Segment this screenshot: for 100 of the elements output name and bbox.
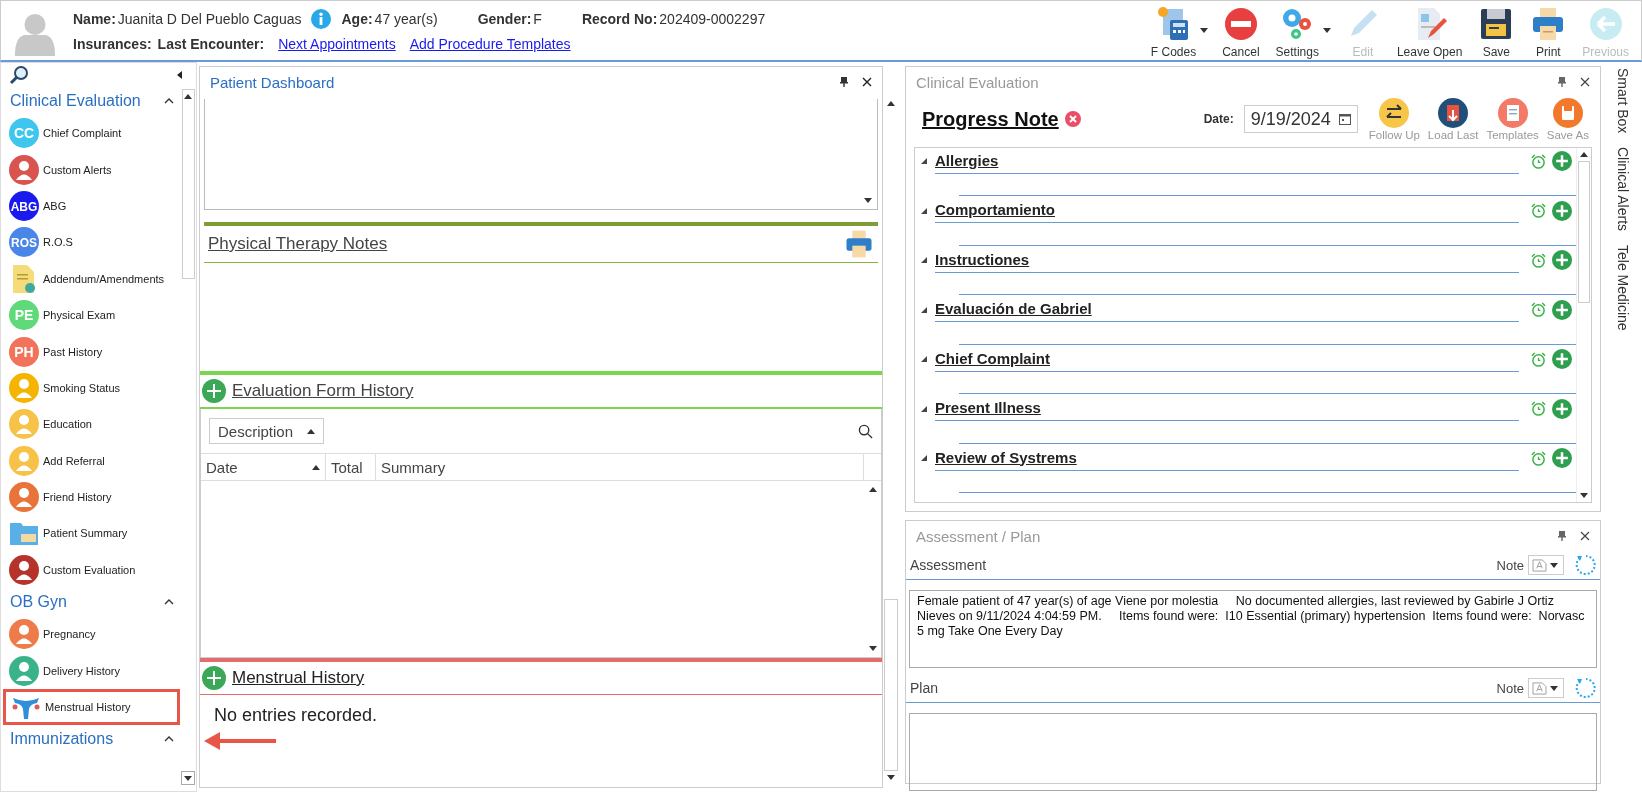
alarm-clock-icon[interactable] — [1531, 450, 1546, 466]
sidebar-item[interactable]: Friend History — [1, 478, 180, 516]
side-tab[interactable]: Clinical Alerts — [1614, 147, 1631, 232]
expand-triangle-icon[interactable] — [921, 257, 927, 263]
side-tab[interactable]: Smart Box — [1614, 68, 1631, 134]
section-title[interactable]: Present Illness — [935, 396, 1519, 421]
column-header[interactable]: Date — [201, 454, 326, 480]
side-tab[interactable]: Tele Medicine — [1614, 245, 1631, 331]
scroll-down-icon[interactable] — [887, 775, 895, 780]
add-icon[interactable] — [1552, 349, 1572, 369]
section-title[interactable]: Review of Systrems — [935, 445, 1519, 471]
sidebar-item[interactable]: PE Physical Exam — [1, 296, 180, 334]
alarm-clock-icon[interactable] — [1531, 351, 1546, 367]
group-by-dropdown[interactable]: Description — [209, 418, 325, 444]
sidebar-item[interactable]: Delivery History — [1, 652, 180, 689]
scroll-down-icon[interactable] — [1580, 493, 1588, 498]
add-icon[interactable] — [1552, 398, 1572, 419]
dropdown-caret-icon[interactable] — [1200, 27, 1209, 33]
toolbar-button[interactable]: F Codes — [1142, 5, 1205, 59]
sidebar-item[interactable]: Pregnancy — [1, 616, 180, 653]
header-link[interactable]: Next Appointments — [278, 36, 396, 52]
sidebar-item[interactable]: ROS R.O.S — [1, 224, 180, 261]
toolbar-button[interactable]: Settings — [1267, 5, 1327, 59]
expand-triangle-icon[interactable] — [921, 356, 927, 362]
section-title[interactable]: Evaluation Form History — [232, 381, 414, 401]
sidebar-item[interactable]: Custom Alerts — [1, 151, 180, 188]
alarm-clock-icon[interactable] — [1531, 203, 1546, 218]
alarm-clock-icon[interactable] — [1531, 401, 1546, 416]
section-title[interactable]: Chief Complaint — [935, 346, 1519, 372]
alarm-clock-icon[interactable] — [1531, 153, 1546, 169]
expand-triangle-icon[interactable] — [921, 158, 927, 164]
chevron-icon[interactable] — [164, 736, 174, 743]
chevron-icon[interactable] — [164, 98, 174, 104]
sidebar-item[interactable]: CC Chief Complaint — [1, 115, 180, 152]
sidebar-item[interactable]: Patient Summary — [1, 515, 180, 552]
pin-icon[interactable] — [840, 77, 848, 87]
scroll-up-icon[interactable] — [1580, 152, 1588, 157]
section-title[interactable]: Menstrual History — [232, 668, 365, 688]
date-field[interactable]: 9/19/2024 — [1243, 105, 1358, 133]
close-icon[interactable] — [1580, 77, 1590, 87]
chevron-icon[interactable] — [164, 599, 174, 606]
expand-triangle-icon[interactable] — [921, 455, 927, 461]
sidebar-section-title[interactable]: Immunizations — [10, 730, 114, 749]
expand-triangle-icon[interactable] — [921, 306, 927, 313]
scroll-up-icon[interactable] — [869, 487, 877, 492]
sidebar-item[interactable]: Education — [1, 406, 180, 443]
sidebar-section-title[interactable]: OB Gyn — [10, 593, 67, 612]
column-header[interactable]: Total — [326, 454, 376, 480]
add-icon[interactable] — [1552, 200, 1572, 221]
section-title[interactable]: Allergies — [935, 148, 1519, 174]
sidebar-item[interactable]: Custom Evaluation — [1, 551, 180, 589]
toolbar-button[interactable]: Print — [1522, 5, 1575, 59]
scroll-down-icon[interactable] — [869, 646, 877, 651]
close-icon[interactable] — [862, 77, 872, 87]
section-title[interactable]: Physical Therapy Notes — [208, 234, 388, 254]
toolbar-button[interactable]: Cancel — [1214, 5, 1268, 59]
highlighted-sidebar-item[interactable]: Menstrual History — [3, 688, 180, 726]
add-icon[interactable] — [202, 666, 226, 690]
toolbar-button[interactable]: Save — [1470, 5, 1523, 59]
sidebar-item[interactable]: Addendum/Amendments — [1, 260, 180, 297]
scrollbar-thumb[interactable] — [884, 599, 898, 771]
sidebar-item[interactable]: ABG ABG — [1, 187, 180, 225]
sidebar-item[interactable]: Smoking Status — [1, 369, 180, 407]
expand-triangle-icon[interactable] — [921, 207, 927, 214]
section-title[interactable]: Evaluación de Gabriel — [935, 297, 1519, 322]
note-dropdown[interactable] — [1528, 555, 1564, 575]
info-icon[interactable] — [311, 9, 332, 29]
refresh-icon[interactable] — [1574, 677, 1596, 699]
column-header[interactable]: Summary — [376, 454, 864, 480]
add-icon[interactable] — [202, 379, 226, 403]
expand-triangle-icon[interactable] — [921, 405, 927, 412]
toolbar-button[interactable]: Leave Open — [1388, 5, 1471, 59]
dropdown-caret-icon[interactable] — [1322, 27, 1331, 33]
search-icon[interactable] — [858, 423, 873, 439]
add-icon[interactable] — [1552, 299, 1572, 320]
scroll-up-icon[interactable] — [184, 94, 192, 99]
scroll-down-icon[interactable] — [181, 771, 195, 785]
alarm-clock-icon[interactable] — [1531, 252, 1546, 268]
remove-icon[interactable] — [1064, 111, 1081, 127]
scrollbar[interactable] — [181, 89, 195, 279]
scrollbar-thumb[interactable] — [1578, 161, 1590, 303]
add-icon[interactable] — [1552, 448, 1572, 468]
sidebar-item[interactable]: PH Past History — [1, 333, 180, 370]
header-link[interactable]: Add Procedure Templates — [409, 36, 571, 52]
printer-icon[interactable] — [844, 229, 874, 259]
close-icon[interactable] — [1580, 531, 1590, 541]
alarm-clock-icon[interactable] — [1531, 302, 1546, 317]
scroll-up-icon[interactable] — [887, 101, 895, 106]
add-icon[interactable] — [1552, 250, 1572, 270]
pin-icon[interactable] — [1558, 77, 1566, 87]
calendar-icon[interactable] — [1338, 113, 1351, 125]
sidebar-section-title[interactable]: Clinical Evaluation — [10, 92, 141, 110]
pin-icon[interactable] — [1558, 531, 1566, 541]
section-title[interactable]: Instructiones — [935, 247, 1519, 273]
refresh-icon[interactable] — [1574, 554, 1596, 576]
search-icon[interactable] — [9, 65, 29, 85]
note-dropdown[interactable] — [1528, 678, 1564, 698]
sidebar-item[interactable]: Add Referral — [1, 442, 180, 479]
section-title[interactable]: Comportamiento — [935, 198, 1519, 223]
collapse-arrow-icon[interactable] — [177, 71, 182, 79]
